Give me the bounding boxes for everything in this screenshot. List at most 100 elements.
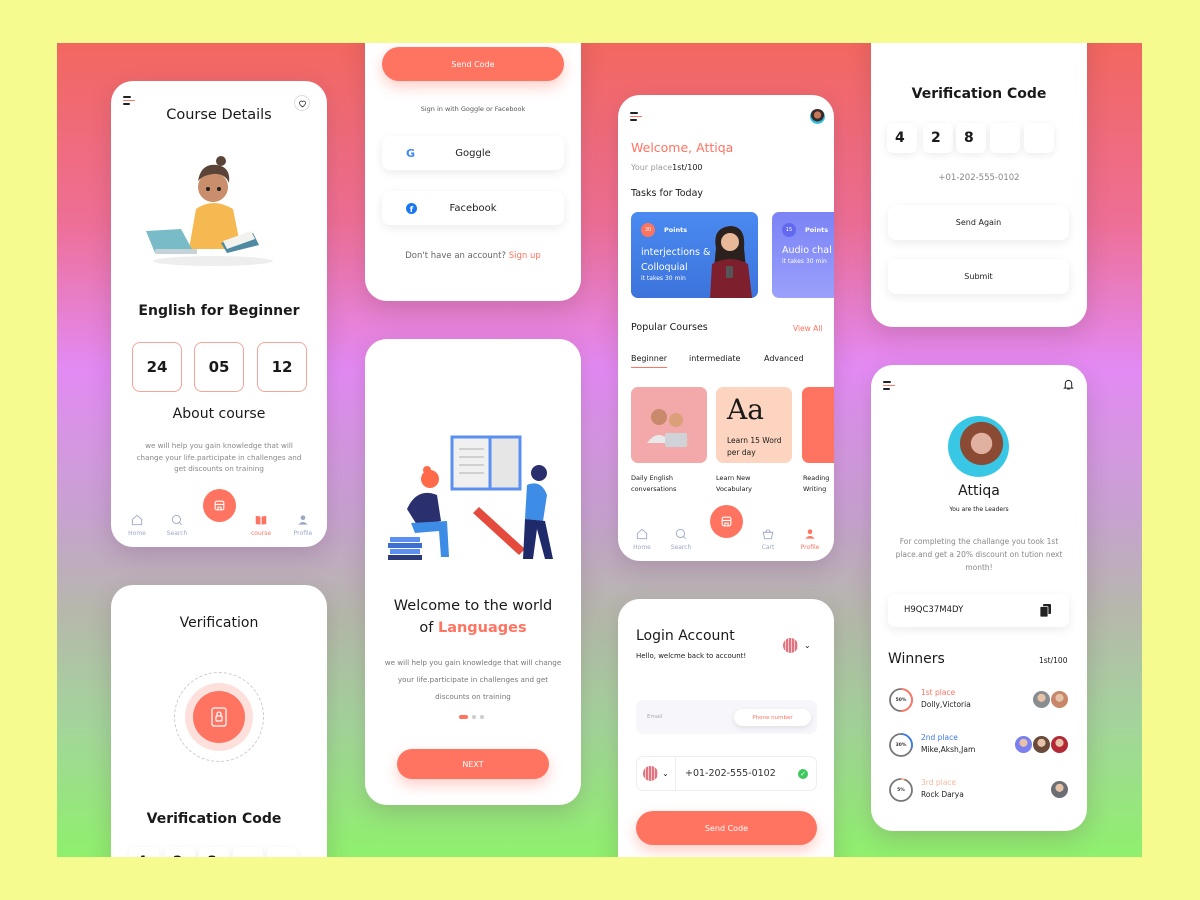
profile-screen: Attiqa You are the Leaders For completin…: [871, 365, 1087, 831]
search-icon: [675, 528, 686, 539]
social-signin-screen: Send Code Sign in with Goggle or Faceboo…: [365, 43, 581, 301]
winner-row[interactable]: 30% 2nd place Mike,Aksh,Jam: [888, 731, 1069, 759]
tab-profile[interactable]: Profile: [792, 527, 828, 551]
winner-avatar[interactable]: [1050, 735, 1069, 754]
facebook-label: Facebook: [449, 202, 497, 214]
tab-label: Profile: [293, 530, 313, 537]
countdown-days: 24: [132, 342, 182, 392]
page-dot[interactable]: [472, 715, 476, 719]
page-dot[interactable]: [480, 715, 484, 719]
tab-label: Home: [633, 544, 651, 551]
tab-label: Search: [166, 530, 188, 537]
language-selector[interactable]: ⌄: [783, 638, 811, 653]
home-icon: [636, 528, 648, 540]
otp-digit[interactable]: [233, 847, 263, 857]
course-name: Reading Writing: [803, 474, 830, 493]
user-avatar[interactable]: [810, 109, 825, 124]
winner-avatar[interactable]: [1014, 735, 1033, 754]
store-icon: [214, 500, 225, 511]
winner-avatar[interactable]: [1050, 690, 1069, 709]
course-fab-button[interactable]: [203, 489, 236, 522]
check-icon: ✓: [798, 768, 808, 779]
winner-row[interactable]: 5% 3rd place Rock Darya: [888, 776, 1069, 804]
level-tab-beginner[interactable]: Beginner: [631, 354, 668, 368]
login-screen: Login Account Hello, welcme back to acco…: [618, 599, 834, 857]
onboarding-text: we will help you gain knowledge that wil…: [384, 658, 562, 701]
otp-digit[interactable]: 4: [129, 847, 159, 857]
course-card[interactable]: [631, 387, 707, 463]
send-code-button[interactable]: Send Code: [636, 811, 817, 845]
otp-digit[interactable]: [267, 847, 297, 857]
submit-button[interactable]: Submit: [888, 259, 1069, 294]
students-illustration: [647, 409, 689, 447]
otp-digit[interactable]: 8: [199, 847, 229, 857]
countdown-minutes: 12: [257, 342, 307, 392]
ring-label: 50%: [895, 697, 907, 703]
verification-code-title: Verification Code: [911, 86, 1047, 102]
tab-course[interactable]: course: [243, 513, 279, 537]
view-all-link[interactable]: View All: [793, 324, 822, 333]
winner-row[interactable]: 50% 1st place Dolly,Victoria: [888, 686, 1069, 714]
verification-code-screen: Verification Code 4 2 8 +01-202-555-0102…: [871, 43, 1087, 327]
menu-icon[interactable]: [630, 112, 642, 121]
signup-link[interactable]: Sign up: [509, 251, 541, 261]
tab-label: Search: [670, 544, 692, 551]
task-card[interactable]: 30 Points interjections & Colloquial it …: [631, 212, 758, 298]
winner-avatar[interactable]: [1032, 735, 1051, 754]
copy-icon[interactable]: [1040, 604, 1051, 617]
winner-place: 1st place: [921, 688, 956, 697]
google-icon: G: [406, 146, 416, 160]
otp-digit[interactable]: [1024, 123, 1054, 153]
course-card[interactable]: Aa Learn 15 Word per day: [716, 387, 792, 463]
about-text: we will help you gain knowledge that wil…: [136, 441, 302, 473]
otp-digit[interactable]: 4: [887, 123, 917, 153]
page-dot-active[interactable]: [459, 715, 468, 719]
course-card[interactable]: [802, 387, 834, 463]
next-button[interactable]: NEXT: [397, 749, 549, 779]
bell-icon[interactable]: [1063, 378, 1074, 391]
otp-digit[interactable]: 2: [165, 847, 195, 857]
tab-cart[interactable]: Cart: [750, 527, 786, 551]
toggle-email[interactable]: Email: [647, 714, 662, 720]
send-again-button[interactable]: Send Again: [888, 205, 1069, 240]
otp-digit[interactable]: [990, 123, 1020, 153]
about-heading: About course: [172, 406, 266, 422]
tab-search[interactable]: Search: [159, 513, 195, 537]
toggle-phone[interactable]: Phone number: [734, 709, 811, 726]
task-points-badge: 30: [641, 223, 655, 237]
phone-field[interactable]: ⌄ +01-202-555-0102 ✓: [636, 756, 817, 791]
winner-place: 2nd place: [921, 733, 958, 742]
tab-home[interactable]: Home: [624, 527, 660, 551]
menu-icon[interactable]: [883, 381, 895, 390]
google-button[interactable]: G Goggle: [382, 136, 564, 170]
search-icon: [171, 514, 182, 525]
page-indicator[interactable]: [459, 715, 484, 719]
store-icon: [721, 516, 732, 527]
tab-search[interactable]: Search: [663, 527, 699, 551]
tab-label: Cart: [761, 544, 775, 551]
menu-icon[interactable]: [123, 96, 135, 105]
winner-avatar[interactable]: [1032, 690, 1051, 709]
center-fab-button[interactable]: [710, 505, 743, 538]
otp-digit[interactable]: 2: [923, 123, 953, 153]
winner-names: Mike,Aksh,Jam: [921, 745, 976, 754]
level-tab-advanced[interactable]: Advanced: [764, 354, 804, 363]
level-tab-intermediate[interactable]: intermediate: [689, 354, 740, 363]
task-card[interactable]: 15 Points Audio chal it takes 30 min: [772, 212, 834, 298]
profile-icon: [298, 515, 308, 525]
teacher-illustration: [710, 226, 752, 298]
country-code-selector[interactable]: ⌄: [637, 757, 676, 790]
coupon-field[interactable]: H9QC37M4DY: [888, 594, 1069, 627]
otp-digit[interactable]: 8: [956, 123, 986, 153]
welcome-heading: Welcome, Attiqa: [631, 140, 734, 155]
tab-label: Profile: [800, 544, 820, 551]
tab-profile[interactable]: Profile: [285, 513, 321, 537]
tab-home[interactable]: Home: [119, 513, 155, 537]
facebook-button[interactable]: f Facebook: [382, 191, 564, 225]
tab-label: Home: [128, 530, 146, 537]
send-code-button[interactable]: Send Code: [382, 47, 564, 81]
login-method-toggle[interactable]: Email Phone number: [636, 700, 817, 734]
ring-label: 30%: [895, 742, 907, 748]
winner-avatar[interactable]: [1050, 780, 1069, 799]
task-points-label: Points: [805, 226, 829, 234]
